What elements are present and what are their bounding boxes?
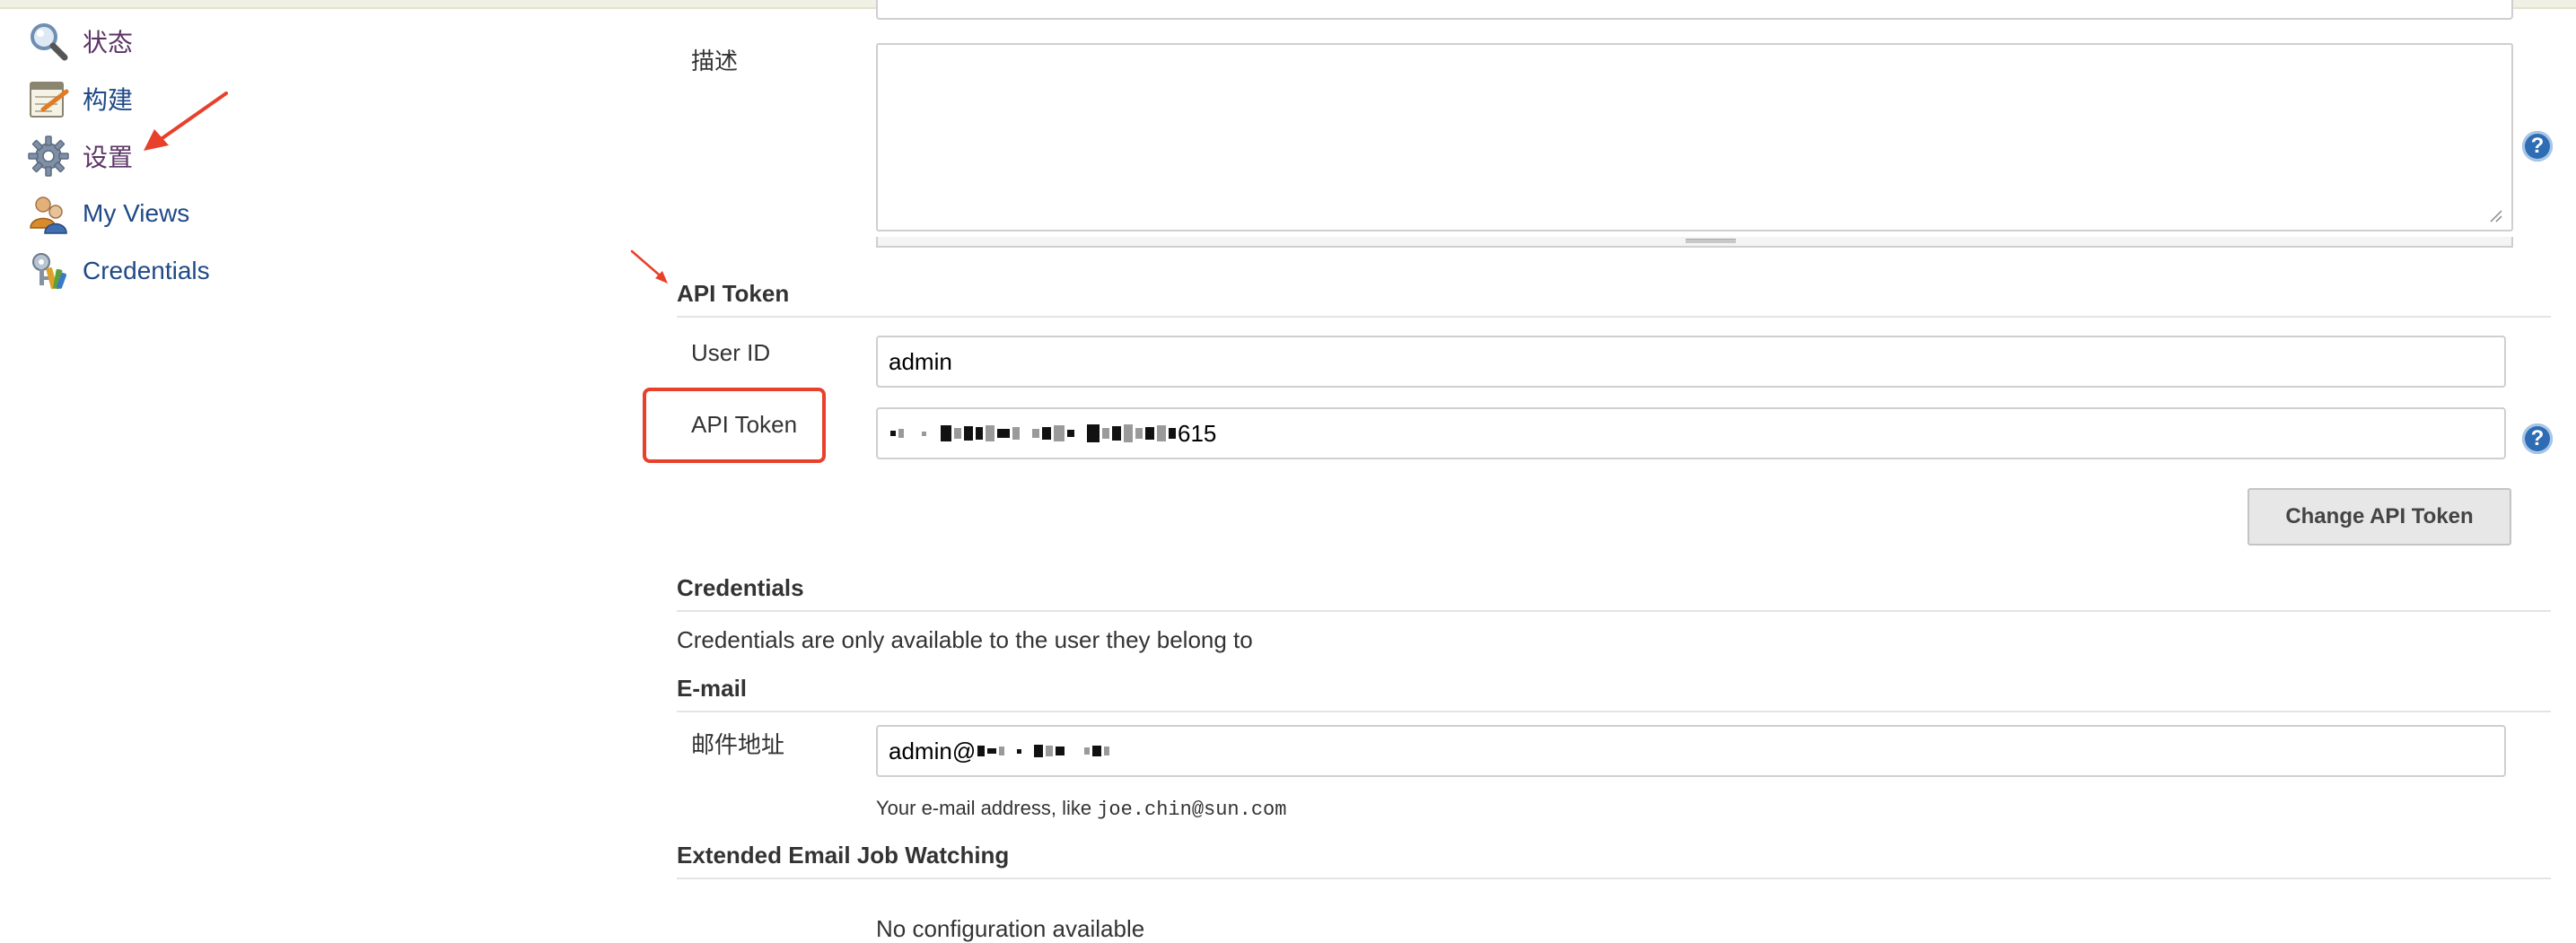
search-icon: [27, 20, 70, 63]
sidebar-item-label: My Views: [83, 199, 190, 227]
sidebar-item-label: 构建: [83, 86, 134, 114]
email-hint: Your e-mail address, like joe.chin@sun.c…: [876, 797, 1287, 821]
api-token-label: API Token: [691, 411, 798, 438]
sidebar-item-credentials[interactable]: Credentials: [27, 248, 210, 294]
description-help-icon[interactable]: ?: [2522, 131, 2553, 162]
section-divider: [677, 878, 2551, 879]
api-token-input[interactable]: 615: [876, 407, 2506, 459]
api-token-section-title: API Token: [677, 280, 790, 307]
api-token-help-icon[interactable]: ?: [2522, 423, 2553, 454]
user-id-label: User ID: [691, 339, 771, 366]
credentials-info-text: Credentials are only available to the us…: [677, 626, 1253, 653]
email-section-title: E-mail: [677, 675, 748, 702]
description-label: 描述: [691, 48, 739, 74]
sidebar-item-build[interactable]: 构建: [27, 75, 133, 122]
email-input[interactable]: admin@: [876, 725, 2506, 777]
full-name-input-bottom-edge[interactable]: [876, 0, 2513, 20]
masked-token-redaction: [890, 424, 1176, 442]
annotation-arrow-settings: [144, 92, 228, 151]
sidebar-item-label: 设置: [83, 144, 134, 171]
description-textarea[interactable]: [876, 43, 2513, 231]
resize-grip-icon[interactable]: [2488, 208, 2502, 223]
credentials-section-title: Credentials: [677, 574, 804, 601]
notepad-icon: [27, 77, 70, 120]
section-divider: [677, 610, 2551, 612]
email-label: 邮件地址: [691, 731, 785, 758]
section-divider: [677, 316, 2551, 318]
email-visible-prefix: admin@: [889, 737, 977, 764]
user-config-form: 描述 ? API Token User ID admin API Token 6…: [675, 0, 2553, 942]
user-id-input[interactable]: admin: [876, 336, 2506, 388]
sidebar-item-status[interactable]: 状态: [27, 18, 133, 65]
drag-grip-icon[interactable]: [1686, 239, 1736, 243]
gear-icon: [27, 135, 70, 178]
annotation-arrow-api-token: [630, 249, 668, 284]
change-api-token-button[interactable]: Change API Token: [2247, 488, 2511, 546]
masked-email-redaction: [977, 745, 1110, 757]
section-divider: [677, 711, 2551, 712]
users-icon: [27, 192, 70, 235]
email-job-watching-title: Extended Email Job Watching: [677, 842, 1010, 869]
textarea-preview-bar[interactable]: [876, 237, 2513, 248]
credentials-icon: [27, 249, 70, 293]
sidebar-item-label: Credentials: [83, 257, 210, 284]
api-token-visible-suffix: 615: [1178, 419, 1217, 447]
sidebar-item-my-views[interactable]: My Views: [27, 190, 189, 237]
sidebar-item-label: 状态: [83, 29, 134, 57]
sidebar-item-settings[interactable]: 设置: [27, 133, 133, 179]
no-configuration-text: No configuration available: [876, 915, 1145, 942]
